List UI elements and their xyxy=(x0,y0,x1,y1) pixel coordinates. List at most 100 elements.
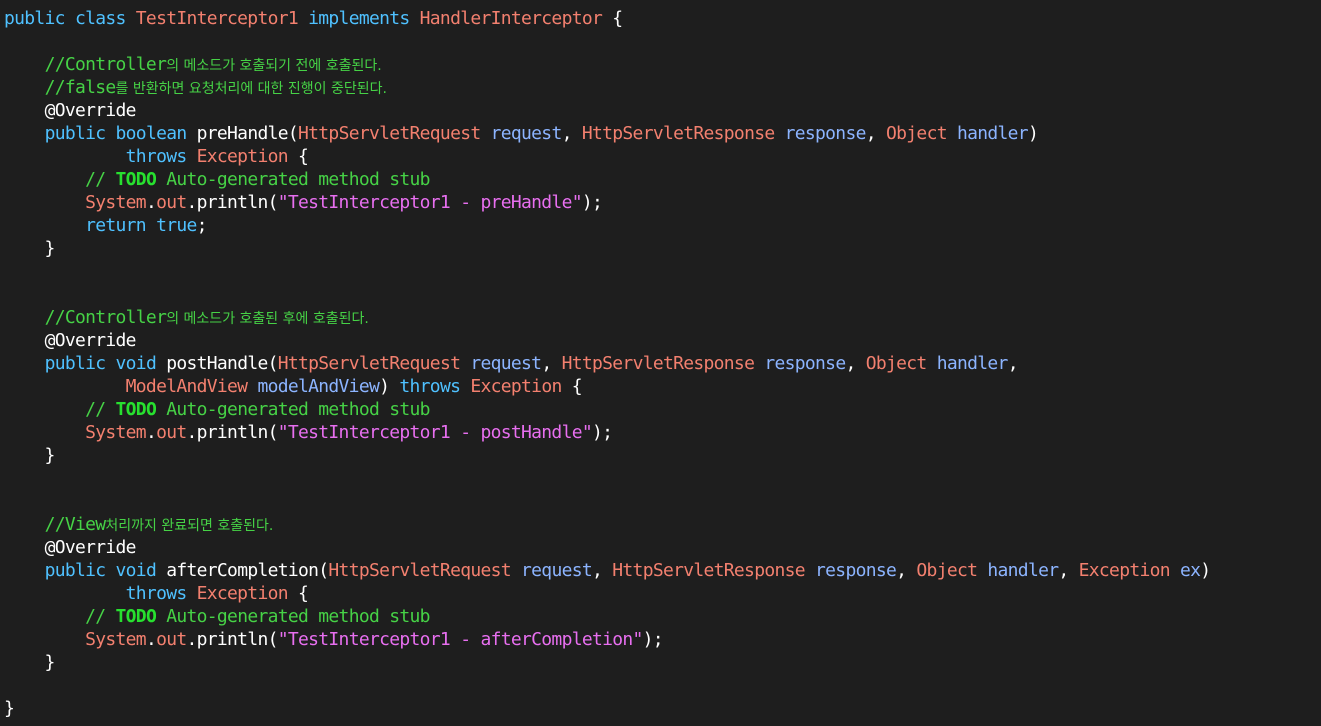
code-token-type: HttpServletResponse xyxy=(561,353,755,374)
code-token-kw: void xyxy=(115,560,157,581)
code-token-type: HttpServletResponse xyxy=(612,560,805,581)
code-token-kw: void xyxy=(115,353,157,374)
code-line: public class TestInterceptor1 implements… xyxy=(4,7,1210,30)
code-token-comment: 의 메소드가 호출되기 전에 호출된다. xyxy=(166,58,382,74)
code-token-type: HttpServletResponse xyxy=(581,123,775,144)
code-token-todo: TODO xyxy=(115,169,157,190)
code-token-comment: // xyxy=(85,169,116,190)
code-token-field: out xyxy=(156,629,187,650)
code-token-str: "TestInterceptor1 - postHandle" xyxy=(277,422,593,443)
code-token-comment: Auto-generated method stub xyxy=(156,169,430,190)
code-line: } xyxy=(4,697,1210,720)
code-token-comment: //View xyxy=(44,514,107,535)
code-token: , xyxy=(845,353,866,374)
code-token-todo: TODO xyxy=(115,606,157,627)
code-token-cls: HandlerInterceptor xyxy=(419,8,603,29)
code-token: , xyxy=(1058,560,1079,581)
code-token: ) xyxy=(1200,560,1211,581)
code-token: ) xyxy=(379,376,400,397)
code-token-param: handler xyxy=(987,560,1059,581)
code-token-comment: //Controller xyxy=(44,307,167,328)
code-token-type: HttpServletRequest xyxy=(277,353,461,374)
code-token: } xyxy=(4,238,56,259)
code-token: , xyxy=(1007,353,1019,374)
code-token: .println( xyxy=(186,192,279,213)
code-token-comment: //Controller xyxy=(44,54,167,75)
code-editor[interactable]: public class TestInterceptor1 implements… xyxy=(0,0,1321,726)
code-line: @Override xyxy=(4,536,1210,559)
code-line: public boolean preHandle(HttpServletRequ… xyxy=(4,122,1210,145)
code-token-ann: @Override xyxy=(44,100,137,121)
code-line: ModelAndView modelAndView) throws Except… xyxy=(4,375,1210,398)
code-token: ) xyxy=(1027,123,1039,144)
code-line: // TODO Auto-generated method stub xyxy=(4,168,1210,191)
code-token: } xyxy=(4,698,15,719)
code-token-param: request xyxy=(470,353,542,374)
code-token-param: handler xyxy=(956,123,1029,144)
code-line: throws Exception { xyxy=(4,145,1210,168)
code-token-kw: throws xyxy=(399,376,461,397)
code-token-kw: true xyxy=(156,215,197,236)
code-token-param: response xyxy=(764,353,846,374)
code-token-ann: @Override xyxy=(44,330,137,351)
code-token: .println( xyxy=(186,422,279,443)
code-token: { xyxy=(561,376,583,397)
code-token-comment: 처리까지 완료되면 호출된다. xyxy=(105,518,274,534)
code-token-type: System xyxy=(85,192,147,213)
code-token-param: modelAndView xyxy=(257,376,380,397)
code-token-comment: Auto-generated method stub xyxy=(156,399,430,420)
code-line: public void afterCompletion(HttpServletR… xyxy=(4,559,1212,582)
code-line: @Override xyxy=(4,99,1210,122)
code-token: .println( xyxy=(186,629,279,650)
code-token-kw: throws xyxy=(125,146,188,167)
code-line: } xyxy=(4,444,1210,467)
code-token: , xyxy=(561,123,582,144)
code-token-kw: boolean xyxy=(115,123,188,144)
code-token: . xyxy=(145,192,157,213)
code-token-field: out xyxy=(156,192,187,213)
code-token-comment: Auto-generated method stub xyxy=(156,606,430,627)
code-token: ; xyxy=(196,215,208,236)
code-token-type: Object xyxy=(886,123,948,144)
code-token-ann: @Override xyxy=(44,537,137,558)
code-token: , xyxy=(541,353,562,374)
code-line: //false를 반환하면 요청처리에 대한 진행이 중단된다. xyxy=(4,76,1210,99)
code-line: @Override xyxy=(4,329,1210,352)
code-line: //Controller의 메소드가 호출되기 전에 호출된다. xyxy=(4,53,1210,76)
code-token-type: System xyxy=(85,629,147,650)
code-token-type: System xyxy=(85,422,147,443)
code-line: //View처리까지 완료되면 호출된다. xyxy=(4,513,1210,536)
code-token-todo: TODO xyxy=(115,399,157,420)
code-token: , xyxy=(865,123,887,144)
